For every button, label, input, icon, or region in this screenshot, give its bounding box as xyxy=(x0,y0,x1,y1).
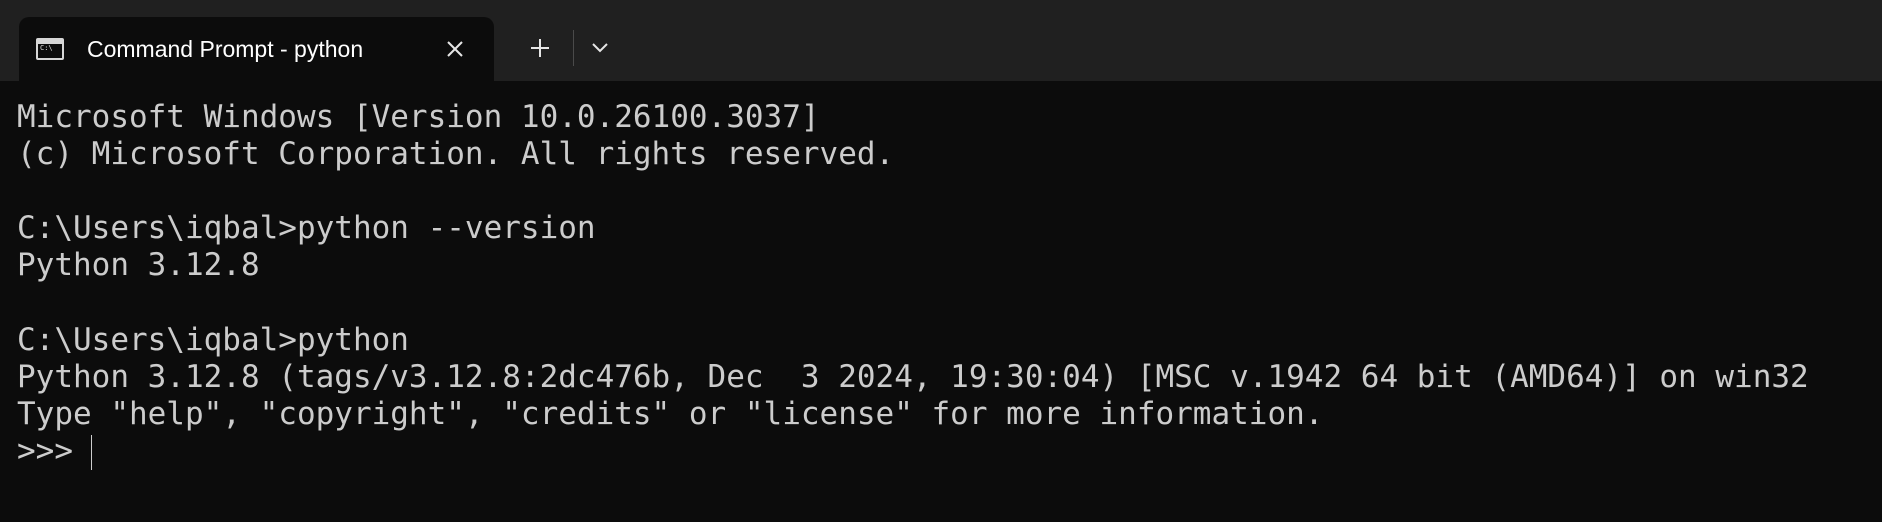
plus-icon xyxy=(531,39,549,57)
terminal-line: Python 3.12.8 xyxy=(17,247,260,283)
new-tab-button[interactable] xyxy=(520,28,560,68)
tab-title: Command Prompt - python xyxy=(87,36,364,62)
tab-command-prompt[interactable]: Command Prompt - python xyxy=(19,17,494,81)
text-cursor xyxy=(91,435,92,470)
terminal-line: (c) Microsoft Corporation. All rights re… xyxy=(17,136,895,172)
terminal-line: Microsoft Windows [Version 10.0.26100.30… xyxy=(17,99,820,135)
close-icon xyxy=(447,41,463,57)
terminal-output[interactable]: Microsoft Windows [Version 10.0.26100.30… xyxy=(0,81,1882,522)
terminal-line: Type "help", "copyright", "credits" or "… xyxy=(17,396,1324,432)
chevron-down-icon xyxy=(592,43,608,53)
tab-divider xyxy=(573,30,574,66)
terminal-window: Command Prompt - python Microsoft Window… xyxy=(0,0,1882,522)
terminal-line: C:\Users\iqbal>python --version xyxy=(17,210,596,246)
terminal-line: Python 3.12.8 (tags/v3.12.8:2dc476b, Dec… xyxy=(17,359,1809,395)
console-icon xyxy=(36,38,64,60)
tab-close-button[interactable] xyxy=(439,33,471,65)
python-prompt[interactable]: >>> xyxy=(17,433,92,470)
terminal-line: C:\Users\iqbal>python xyxy=(17,322,409,358)
tab-dropdown-button[interactable] xyxy=(580,28,620,68)
title-bar: Command Prompt - python xyxy=(0,0,1882,81)
